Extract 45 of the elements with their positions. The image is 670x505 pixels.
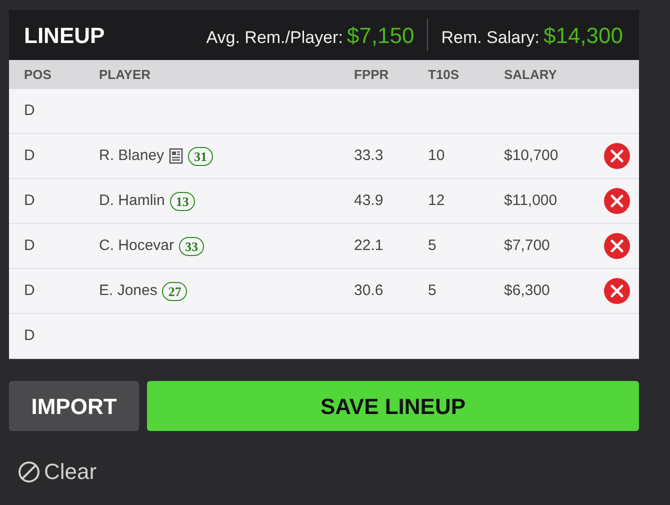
table-cell: 22.1 bbox=[354, 236, 384, 254]
table-cell: $6,300 bbox=[504, 282, 550, 299]
table-cell: $7,700 bbox=[504, 236, 550, 254]
table-cell: D bbox=[24, 236, 35, 254]
column-header: T10S bbox=[428, 66, 460, 82]
table-cell: 5 bbox=[428, 282, 436, 299]
table-cell: $10,700 bbox=[504, 146, 558, 164]
remove-icon[interactable] bbox=[604, 278, 630, 304]
stat-label: Rem. Salary: bbox=[441, 26, 540, 48]
save-lineup-button[interactable]: SAVE LINEUP bbox=[147, 381, 639, 431]
clear-button[interactable]: Clear bbox=[18, 455, 97, 488]
car-number-badge: 27 bbox=[162, 282, 188, 300]
remove-icon[interactable] bbox=[604, 143, 630, 169]
player-name: D. Hamlin bbox=[99, 190, 165, 211]
stat-value: $14,300 bbox=[543, 22, 623, 50]
remove-icon[interactable] bbox=[604, 188, 630, 214]
table-cell: D bbox=[24, 192, 35, 209]
stat-value: $7,150 bbox=[346, 22, 414, 50]
table-cell: D bbox=[24, 282, 35, 299]
table-cell: 33.3 bbox=[354, 146, 384, 164]
column-header: PLAYER bbox=[99, 66, 151, 82]
column-header: FPPR bbox=[354, 66, 389, 82]
player-name: C. Hocevar bbox=[99, 236, 174, 256]
column-header: POS bbox=[24, 66, 52, 82]
table-cell: D bbox=[24, 326, 35, 344]
table-cell: 30.6 bbox=[354, 282, 384, 299]
panel-title: LINEUP bbox=[24, 22, 105, 50]
table-cell: D bbox=[24, 146, 35, 164]
table-cell: $11,000 bbox=[504, 192, 558, 209]
stat-label: Avg. Rem./Player: bbox=[206, 26, 343, 48]
column-header: SALARY bbox=[504, 66, 557, 82]
table-cell: 10 bbox=[428, 146, 445, 164]
remove-icon[interactable] bbox=[604, 233, 630, 259]
clear-icon bbox=[18, 460, 40, 482]
player-name: R. Blaney bbox=[99, 146, 164, 166]
player-name: E. Jones bbox=[99, 280, 158, 301]
table-cell: 12 bbox=[428, 192, 445, 209]
car-number-badge: 13 bbox=[170, 192, 195, 210]
car-number-badge: 33 bbox=[179, 236, 204, 256]
table-cell: 5 bbox=[428, 236, 436, 254]
car-number-badge: 31 bbox=[188, 146, 214, 166]
import-button[interactable]: IMPORT bbox=[9, 381, 139, 431]
note-icon[interactable] bbox=[169, 148, 184, 164]
table-cell: D bbox=[24, 102, 35, 119]
table-cell: 43.9 bbox=[354, 192, 384, 209]
